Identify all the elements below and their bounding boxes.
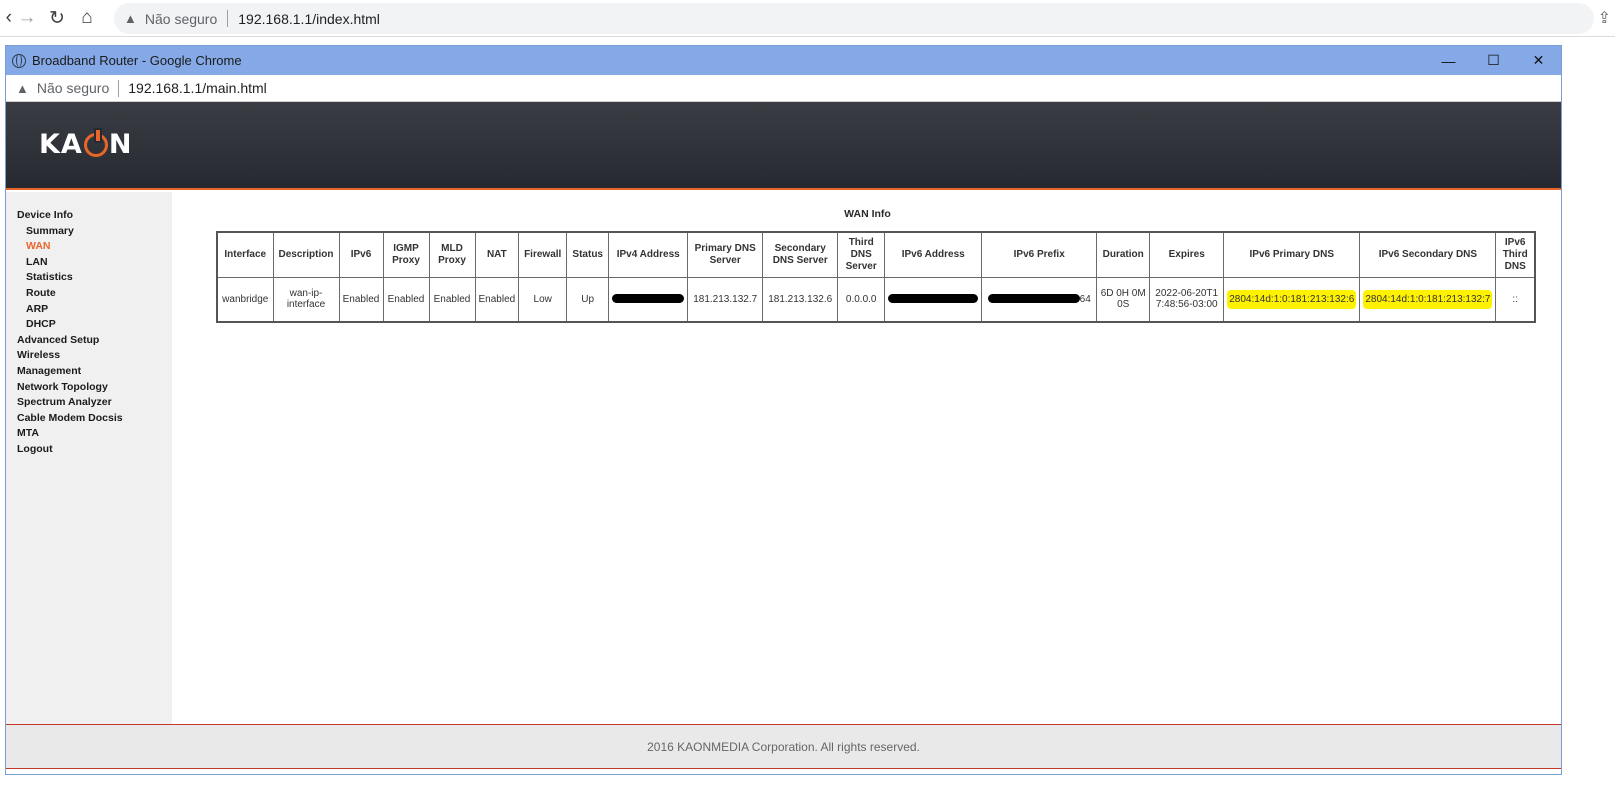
highlighted-value: 2804:14d:1:0:181:213:132:7: [1363, 289, 1493, 309]
globe-icon: [12, 53, 26, 68]
sidebar-item-wan[interactable]: WAN: [17, 239, 172, 255]
address-separator: [227, 10, 229, 27]
security-label[interactable]: Não seguro: [37, 80, 109, 96]
col-ipv6-secondary-dns: IPv6 Secondary DNS: [1359, 231, 1497, 278]
sidebar-item-spectrum-analyzer[interactable]: Spectrum Analyzer: [17, 395, 172, 411]
sidebar-item-dhcp[interactable]: DHCP: [17, 317, 172, 333]
maximize-icon[interactable]: ☐: [1471, 46, 1516, 75]
col-expires: Expires: [1149, 231, 1225, 278]
cell-ipv6-third-dns: ::: [1495, 276, 1536, 323]
cell-mld-proxy: Enabled: [428, 276, 476, 323]
sidebar-item-advanced-setup[interactable]: Advanced Setup: [17, 333, 172, 349]
back-icon[interactable]: ‹: [0, 3, 12, 33]
cell-igmp-proxy: Enabled: [382, 276, 430, 323]
warning-icon[interactable]: ▲: [124, 11, 137, 26]
table-header-row: Interface Description IPv6 IGMP Proxy ML…: [216, 231, 1536, 278]
home-icon[interactable]: ⌂: [72, 3, 102, 33]
cell-ipv6-address: [884, 276, 983, 323]
sidebar-item-mta[interactable]: MTA: [17, 426, 172, 442]
col-nat: NAT: [474, 231, 520, 278]
share-icon[interactable]: ⇪: [1598, 8, 1611, 28]
cell-firewall: Low: [518, 276, 568, 323]
col-ipv6-address: IPv6 Address: [884, 231, 983, 278]
forward-icon[interactable]: →: [12, 3, 42, 33]
col-mld-proxy: MLD Proxy: [428, 231, 476, 278]
router-header: KA N: [6, 102, 1561, 190]
close-icon[interactable]: ✕: [1516, 46, 1561, 75]
cell-interface: wanbridge: [216, 276, 274, 323]
col-firewall: Firewall: [518, 231, 568, 278]
redaction-mark: [987, 294, 1080, 304]
sidebar-item-logout[interactable]: Logout: [17, 442, 172, 458]
col-third-dns: Third DNS Server: [837, 231, 886, 278]
address-separator: [118, 79, 120, 97]
cell-ipv4-address: [608, 276, 689, 323]
col-ipv6: IPv6: [338, 231, 384, 278]
wan-info-title: WAN Info: [844, 208, 891, 220]
col-status: Status: [566, 231, 610, 278]
minimize-icon[interactable]: —: [1426, 46, 1471, 75]
reload-icon[interactable]: ↻: [42, 3, 72, 33]
wan-info-table: Interface Description IPv6 IGMP Proxy ML…: [216, 231, 1536, 323]
cell-description: wan-ip-interface: [272, 276, 340, 323]
logo-text-left: KA: [39, 129, 83, 160]
col-ipv6-primary-dns: IPv6 Primary DNS: [1223, 231, 1361, 278]
popup-window-title: Broadband Router - Google Chrome: [32, 53, 242, 68]
kaon-logo: KA N: [39, 127, 133, 160]
warning-icon[interactable]: ▲: [16, 81, 29, 96]
col-secondary-dns: Secondary DNS Server: [762, 231, 839, 278]
sidebar-item-statistics[interactable]: Statistics: [17, 270, 172, 286]
popup-titlebar: Broadband Router - Google Chrome — ☐ ✕: [6, 46, 1561, 75]
sidebar-menu: Device Info Summary WAN LAN Statistics Route A…: [6, 192, 172, 724]
col-ipv4-address: IPv4 Address: [608, 231, 689, 278]
main-content: WAN Info Interface Description IPv6 IGMP…: [172, 192, 1561, 724]
col-interface: Interface: [216, 231, 274, 278]
sidebar-item-cable-modem-docsis[interactable]: Cable Modem Docsis: [17, 411, 172, 427]
cell-ipv6-primary-dns: 2804:14d:1:0:181:213:132:6: [1223, 276, 1361, 323]
table-row: wanbridge wan-ip-interface Enabled Enabl…: [216, 276, 1536, 323]
col-description: Description: [272, 231, 340, 278]
sidebar-item-arp[interactable]: ARP: [17, 302, 172, 318]
outer-address-bar[interactable]: ▲ Não seguro 192.168.1.1/index.html: [114, 3, 1594, 34]
col-ipv6-third-dns: IPv6 Third DNS: [1495, 231, 1536, 278]
cell-nat: Enabled: [474, 276, 520, 323]
outer-browser-toolbar: ‹ → ↻ ⌂ ▲ Não seguro 192.168.1.1/index.h…: [0, 0, 1615, 37]
popup-address-bar[interactable]: ▲ Não seguro 192.168.1.1/main.html: [6, 75, 1561, 102]
router-body: Device Info Summary WAN LAN Statistics Route A…: [6, 192, 1561, 724]
popup-url[interactable]: 192.168.1.1/main.html: [128, 80, 267, 96]
cell-primary-dns: 181.213.132.7: [687, 276, 764, 323]
col-duration: Duration: [1096, 231, 1151, 278]
sidebar-item-summary[interactable]: Summary: [17, 224, 172, 240]
cell-status: Up: [566, 276, 610, 323]
cell-secondary-dns: 181.213.132.6: [762, 276, 839, 323]
cell-duration: 6D 0H 0M 0S: [1096, 276, 1151, 323]
cell-third-dns: 0.0.0.0: [837, 276, 886, 323]
ipv6-prefix-suffix: 64: [1079, 293, 1091, 305]
security-label[interactable]: Não seguro: [145, 11, 217, 27]
logo-text-right: N: [108, 129, 133, 160]
sidebar-item-wireless[interactable]: Wireless: [17, 348, 172, 364]
outer-url[interactable]: 192.168.1.1/index.html: [238, 11, 380, 27]
copyright-text: 2016 KAONMEDIA Corporation. All rights r…: [647, 739, 920, 754]
col-ipv6-prefix: IPv6 Prefix: [981, 231, 1098, 278]
cell-ipv6: Enabled: [338, 276, 384, 323]
highlighted-value: 2804:14d:1:0:181:213:132:6: [1227, 289, 1357, 309]
sidebar-item-management[interactable]: Management: [17, 364, 172, 380]
cell-ipv6-prefix: 64: [981, 276, 1098, 323]
sidebar-item-device-info[interactable]: Device Info: [17, 208, 172, 224]
col-primary-dns: Primary DNS Server: [687, 231, 764, 278]
router-footer: 2016 KAONMEDIA Corporation. All rights r…: [6, 724, 1561, 769]
redaction-mark: [612, 294, 685, 304]
power-icon: [83, 127, 108, 157]
redaction-mark: [888, 294, 979, 304]
sidebar-item-network-topology[interactable]: Network Topology: [17, 380, 172, 396]
cell-ipv6-secondary-dns: 2804:14d:1:0:181:213:132:7: [1359, 276, 1497, 323]
sidebar-item-lan[interactable]: LAN: [17, 255, 172, 271]
sidebar-item-route[interactable]: Route: [17, 286, 172, 302]
outer-nav-buttons: ‹ → ↻ ⌂: [0, 0, 102, 37]
cell-expires: 2022-06-20T17:48:56-03:00: [1149, 276, 1225, 323]
router-popup-window: Broadband Router - Google Chrome — ☐ ✕ ▲…: [5, 45, 1562, 775]
col-igmp-proxy: IGMP Proxy: [382, 231, 430, 278]
window-controls: — ☐ ✕: [1426, 46, 1561, 75]
